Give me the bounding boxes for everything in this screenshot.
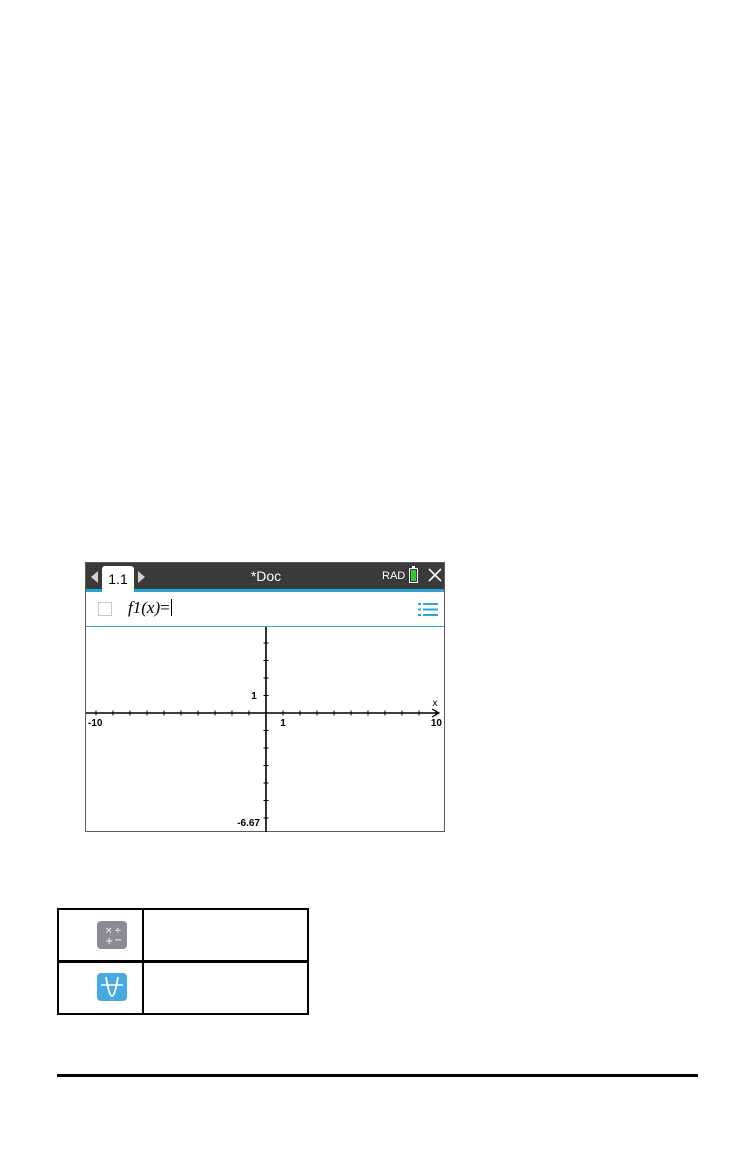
battery-icon xyxy=(409,566,418,583)
function-list-icon[interactable] xyxy=(418,602,438,617)
angle-mode-indicator: RAD xyxy=(382,570,406,582)
close-icon[interactable] xyxy=(427,567,443,583)
equals-sign: = xyxy=(160,598,170,617)
document-title: *Doc xyxy=(250,568,282,584)
function-visibility-checkbox[interactable] xyxy=(98,602,112,616)
y-min-label: -6.67 xyxy=(237,818,260,829)
calculator-app-icon: × ÷ + − xyxy=(97,921,127,949)
function-entry-line[interactable]: f1(x)= xyxy=(86,592,444,627)
graph-area[interactable]: x 1 -10 1 10 -6.67 xyxy=(86,627,444,832)
function-name: f1 xyxy=(128,598,142,617)
y-unit-label: 1 xyxy=(251,691,257,702)
page-bottom-rule xyxy=(57,1074,698,1077)
svg-text:−: − xyxy=(114,935,122,946)
app-icon-table: × ÷ + − xyxy=(57,908,309,1015)
graphs-app-icon xyxy=(97,973,127,1001)
text-cursor xyxy=(170,599,172,616)
svg-text:×: × xyxy=(105,926,113,936)
previous-page-arrow-icon[interactable] xyxy=(91,571,98,583)
handheld-screen: 1.1 *Doc RAD f1(x)= x 1 -10 1 10 -6.67 xyxy=(85,562,445,832)
x-axis-label: x xyxy=(433,698,438,709)
x-max-label: 10 xyxy=(431,718,443,729)
svg-text:+: + xyxy=(105,936,113,947)
next-page-arrow-icon[interactable] xyxy=(138,571,145,583)
x-min-label: -10 xyxy=(88,718,103,729)
tab-page-1-1[interactable]: 1.1 xyxy=(102,566,134,592)
x-unit-label: 1 xyxy=(280,718,286,729)
function-variable: x xyxy=(146,598,155,617)
function-entry-field[interactable]: f1(x)= xyxy=(128,598,172,618)
tab-bar: 1.1 *Doc RAD xyxy=(86,563,444,592)
